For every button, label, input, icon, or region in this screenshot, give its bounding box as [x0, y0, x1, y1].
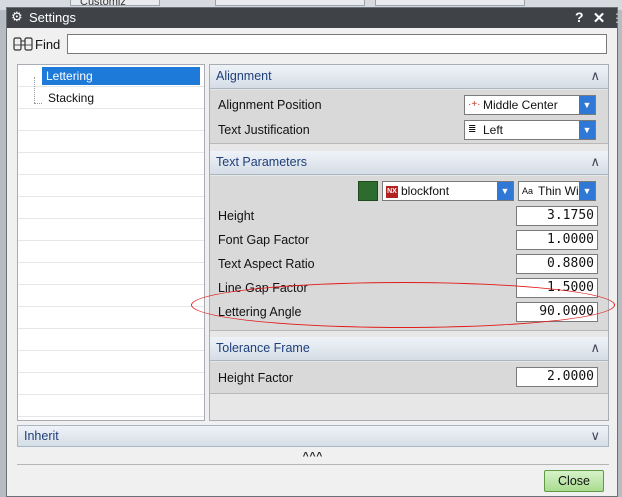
settings-panel: Alignment ∧ Alignment Position ·+· Middl…	[209, 64, 609, 421]
group-header-tolerance-frame[interactable]: Tolerance Frame ∧	[210, 337, 608, 361]
binoculars-icon	[13, 37, 33, 51]
close-icon[interactable]: ✕	[591, 9, 607, 27]
font-style-icon: Aa	[522, 186, 534, 196]
settings-dialog: ⚙ Settings ? ✕ ⋮ Find Lettering Stacking…	[6, 7, 622, 497]
tree-row	[18, 241, 204, 263]
group-body-tolerance-frame: Height Factor 2.0000	[210, 362, 608, 394]
group-title: Tolerance Frame	[216, 341, 310, 355]
height-factor-field[interactable]: 2.0000	[516, 367, 598, 387]
font-gap-factor-label: Font Gap Factor	[218, 233, 310, 247]
group-body-alignment: Alignment Position ·+· Middle Center ▼ T…	[210, 90, 608, 144]
tree-row	[18, 109, 204, 131]
tree-row	[18, 153, 204, 175]
line-gap-factor-label: Line Gap Factor	[218, 281, 308, 295]
group-header-text-parameters[interactable]: Text Parameters ∧	[210, 151, 608, 175]
chevron-down-icon[interactable]: ▼	[579, 121, 595, 139]
tree-row	[18, 351, 204, 373]
height-factor-label: Height Factor	[218, 371, 294, 385]
text-justification-value: Left	[483, 123, 504, 137]
text-justification-label: Text Justification	[218, 123, 310, 137]
alignment-position-value: Middle Center	[483, 98, 558, 112]
font-style-value: Thin Wi	[538, 184, 579, 198]
tree-row	[18, 307, 204, 329]
background-field	[215, 0, 365, 6]
chevron-up-icon[interactable]: ∧	[590, 68, 600, 84]
find-label: Find	[35, 37, 61, 52]
font-gap-factor-field[interactable]: 1.0000	[516, 230, 598, 250]
inherit-title: Inherit	[24, 429, 59, 443]
color-swatch[interactable]	[358, 181, 378, 201]
background-right-edge	[618, 10, 622, 497]
text-justification-select[interactable]: ≣ Left ▼	[464, 120, 596, 140]
lettering-angle-label: Lettering Angle	[218, 305, 302, 319]
group-header-alignment[interactable]: Alignment ∧	[210, 65, 608, 89]
nx-font-icon: NX	[386, 185, 398, 198]
help-button[interactable]: ?	[575, 9, 584, 25]
tree-row	[18, 175, 204, 197]
text-aspect-ratio-field[interactable]: 0.8800	[516, 254, 598, 274]
font-select[interactable]: NX blockfont ▼	[382, 181, 514, 201]
divider	[17, 464, 609, 465]
chevron-down-icon[interactable]: ▼	[579, 182, 595, 200]
group-body-text-parameters: NX blockfont ▼ Aa Thin Wi ▼ Height 3.175…	[210, 176, 608, 331]
background-field	[375, 0, 525, 6]
chevron-up-icon[interactable]: ∧	[590, 340, 600, 356]
tree-row	[18, 285, 204, 307]
chevron-up-icon[interactable]: ∧	[590, 154, 600, 170]
tree-row	[18, 373, 204, 395]
expand-more-button[interactable]: ^^^	[17, 451, 609, 463]
alignment-position-label: Alignment Position	[218, 98, 322, 112]
font-style-select[interactable]: Aa Thin Wi ▼	[518, 181, 596, 201]
tree-row	[18, 131, 204, 153]
middle-center-icon: ·+·	[468, 99, 481, 110]
category-tree: Lettering Stacking	[17, 64, 205, 421]
group-header-inherit[interactable]: Inherit ∨	[17, 425, 609, 447]
find-input[interactable]	[67, 34, 607, 54]
chevron-down-icon[interactable]: ▼	[579, 96, 595, 114]
group-title: Text Parameters	[216, 155, 308, 169]
alignment-position-select[interactable]: ·+· Middle Center ▼	[464, 95, 596, 115]
text-aspect-ratio-label: Text Aspect Ratio	[218, 257, 315, 271]
align-left-icon: ≣	[468, 124, 477, 135]
chevron-down-icon[interactable]: ∨	[590, 428, 600, 444]
font-value: blockfont	[401, 184, 450, 198]
tree-item-stacking[interactable]: Stacking	[28, 89, 204, 107]
tree-row	[18, 219, 204, 241]
tree-item-lettering[interactable]: Lettering	[42, 67, 200, 85]
height-field[interactable]: 3.1750	[516, 206, 598, 226]
gear-icon: ⚙	[11, 9, 23, 24]
dialog-title: Settings	[29, 10, 76, 25]
title-bar[interactable]: ⚙ Settings ? ✕ ⋮	[7, 8, 622, 28]
tree-row	[18, 263, 204, 285]
close-button[interactable]: Close	[544, 470, 604, 492]
chevron-down-icon[interactable]: ▼	[497, 182, 513, 200]
line-gap-factor-field[interactable]: 1.5000	[516, 278, 598, 298]
group-title: Alignment	[216, 69, 272, 83]
find-row: Find	[7, 30, 617, 58]
tree-row	[18, 197, 204, 219]
tree-row	[18, 329, 204, 351]
height-label: Height	[218, 209, 255, 223]
lettering-angle-field[interactable]: 90.0000	[516, 302, 598, 322]
grip-icon: ⋮	[611, 11, 622, 25]
tree-row	[18, 395, 204, 417]
